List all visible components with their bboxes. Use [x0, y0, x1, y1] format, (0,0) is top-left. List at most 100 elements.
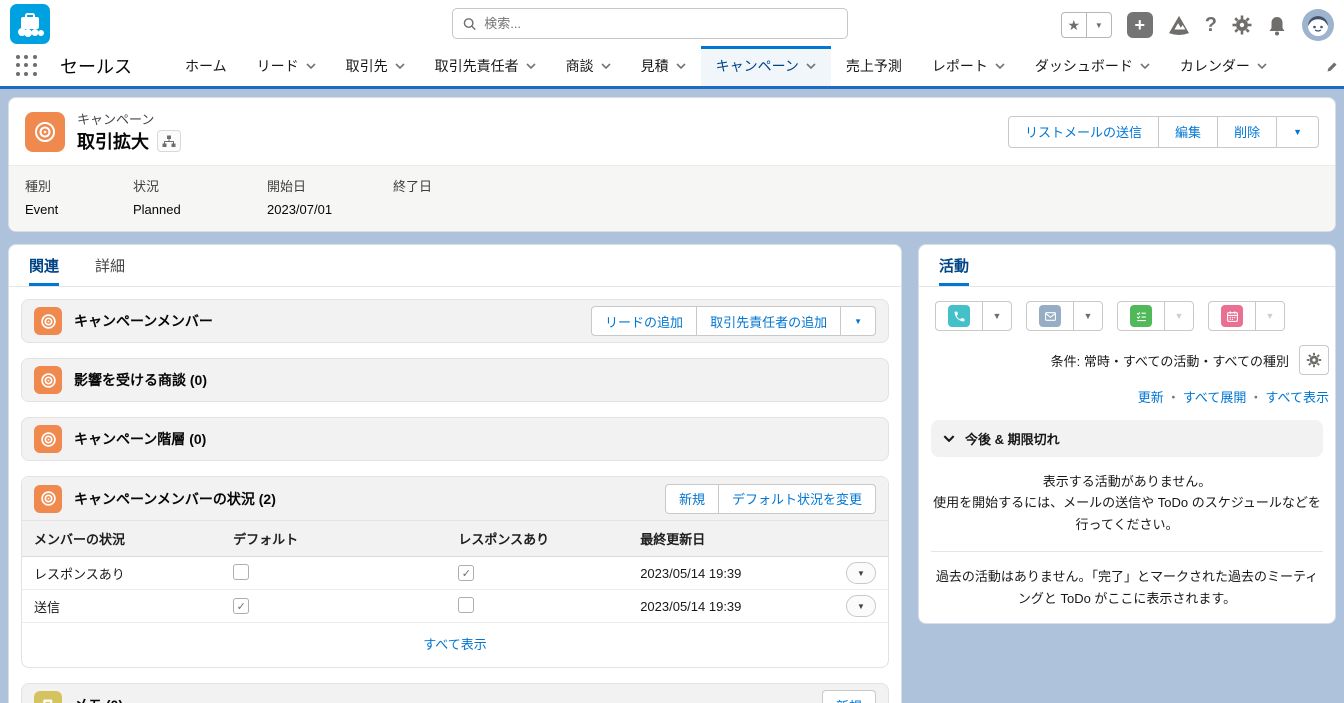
add-leads-button[interactable]: リードの追加	[591, 306, 697, 336]
field-start-date: 開始日2023/07/01	[267, 176, 393, 217]
related-list-influenced-opportunities[interactable]: 影響を受ける商談 (0)	[21, 358, 889, 402]
favorites-star-button[interactable]: ★	[1061, 12, 1087, 38]
related-list-title: キャンペーンメンバー	[74, 311, 213, 331]
activity-panel: 活動 ▼	[918, 244, 1336, 624]
col-actions	[834, 521, 888, 557]
member-statuses-table: メンバーの状況 デフォルト レスポンスあり 最終更新日 レスポンスあり	[22, 521, 888, 623]
campaign-object-icon	[25, 112, 65, 152]
guidance-center-button[interactable]	[1168, 15, 1190, 35]
cell-last-modified: 2023/05/14 19:39	[628, 557, 834, 590]
bell-icon	[1267, 15, 1287, 36]
campaign-members-icon	[34, 307, 62, 335]
new-event-button[interactable]	[1208, 301, 1256, 331]
default-checkbox[interactable]	[233, 564, 249, 580]
log-a-call-dropdown-button[interactable]: ▼	[982, 301, 1012, 331]
edit-button[interactable]: 編集	[1158, 116, 1218, 148]
help-button[interactable]: ?	[1205, 14, 1217, 37]
member-statuses-header[interactable]: キャンペーンメンバーの状況 (2) 新規 デフォルト状況を変更	[22, 477, 888, 521]
app-launcher-button[interactable]	[16, 55, 38, 77]
field-type: 種別Event	[25, 176, 133, 217]
activity-tabs: 活動	[919, 245, 1335, 287]
page-content: キャンペーン 取引拡大 リストメールの送信 編集 削	[0, 89, 1344, 703]
record-header-card: キャンペーン 取引拡大 リストメールの送信 編集 削	[8, 97, 1336, 232]
favorites-group: ★ ▼	[1061, 12, 1112, 38]
astro-avatar-icon	[1302, 9, 1334, 41]
global-actions-button[interactable]: +	[1127, 12, 1153, 38]
global-search[interactable]	[452, 8, 848, 39]
campaign-members-dropdown-button[interactable]: ▼	[840, 306, 876, 336]
tab-details[interactable]: 詳細	[95, 245, 125, 286]
favorites-dropdown-button[interactable]: ▼	[1086, 12, 1112, 38]
tab-forecasts[interactable]: 売上予測	[831, 46, 917, 86]
new-note-button[interactable]: 新規	[822, 690, 876, 703]
send-list-email-button[interactable]: リストメールの送信	[1008, 116, 1159, 148]
chevron-down-icon	[676, 63, 686, 69]
chevron-down-icon	[1257, 63, 1267, 69]
col-member-status: メンバーの状況	[22, 521, 221, 557]
delete-button[interactable]: 削除	[1217, 116, 1277, 148]
new-status-button[interactable]: 新規	[665, 484, 719, 514]
new-event-group: ▼	[1208, 301, 1285, 331]
record-actions: リストメールの送信 編集 削除 ▼	[1008, 116, 1319, 148]
related-list-notes[interactable]: メモ (0) 新規	[21, 683, 889, 703]
row-actions-dropdown-button[interactable]: ▼	[846, 595, 876, 617]
tab-related[interactable]: 関連	[29, 245, 59, 286]
view-all-activities-link[interactable]: すべて表示	[1265, 390, 1329, 405]
new-task-dropdown-button[interactable]: ▼	[1164, 301, 1194, 331]
col-responded: レスポンスあり	[446, 521, 628, 557]
dropdown-triangle-icon: ▼	[854, 317, 862, 326]
link-separator: ・	[1167, 390, 1180, 405]
chevron-down-icon	[943, 435, 955, 442]
more-actions-dropdown-button[interactable]: ▼	[1276, 116, 1319, 148]
new-event-dropdown-button[interactable]: ▼	[1255, 301, 1285, 331]
email-dropdown-button[interactable]: ▼	[1073, 301, 1103, 331]
search-icon	[463, 17, 476, 31]
activity-settings-button[interactable]	[1299, 345, 1329, 375]
tab-leads[interactable]: リード	[242, 46, 331, 86]
global-header: ★ ▼ + ?	[0, 0, 1344, 46]
row-actions-dropdown-button[interactable]: ▼	[846, 562, 876, 584]
setup-gear-button[interactable]	[1232, 15, 1252, 35]
user-avatar[interactable]	[1302, 9, 1334, 41]
edit-navigation-pencil-icon[interactable]	[1326, 60, 1338, 78]
email-icon	[1039, 305, 1061, 327]
tab-home[interactable]: ホーム	[170, 46, 242, 86]
tab-campaigns[interactable]: キャンペーン	[701, 46, 831, 86]
campaign-member-status-icon	[34, 485, 62, 513]
view-hierarchy-button[interactable]	[157, 130, 181, 152]
default-checkbox[interactable]	[233, 598, 249, 614]
add-contacts-button[interactable]: 取引先責任者の追加	[696, 306, 841, 336]
phone-icon	[948, 305, 970, 327]
expand-all-link[interactable]: すべて展開	[1183, 390, 1247, 405]
tab-activity[interactable]: 活動	[939, 245, 969, 286]
view-all-link[interactable]: すべて表示	[423, 637, 487, 652]
upcoming-overdue-section-header[interactable]: 今後 & 期限切れ	[931, 420, 1323, 457]
link-separator: ・	[1249, 390, 1262, 405]
new-task-group: ▼	[1117, 301, 1194, 331]
search-input[interactable]	[484, 16, 837, 31]
new-task-button[interactable]	[1117, 301, 1165, 331]
record-tabs: 関連 詳細	[9, 245, 901, 287]
tab-accounts[interactable]: 取引先	[331, 46, 420, 86]
tab-opportunities[interactable]: 商談	[551, 46, 626, 86]
tab-reports[interactable]: レポート	[917, 46, 1020, 86]
log-a-call-button[interactable]	[935, 301, 983, 331]
related-list-campaign-hierarchy[interactable]: キャンペーン階層 (0)	[21, 417, 889, 461]
campaign-members-actions: リードの追加 取引先責任者の追加 ▼	[591, 306, 876, 336]
responded-checkbox[interactable]	[458, 597, 474, 613]
log-a-call-group: ▼	[935, 301, 1012, 331]
change-default-status-button[interactable]: デフォルト状況を変更	[718, 484, 876, 514]
dropdown-triangle-icon: ▼	[1293, 127, 1302, 137]
tab-quotes[interactable]: 見積	[626, 46, 701, 86]
notifications-button[interactable]	[1267, 15, 1287, 36]
tab-contacts[interactable]: 取引先責任者	[420, 46, 551, 86]
cell-status: 送信	[22, 590, 221, 623]
field-status: 状況Planned	[133, 176, 267, 217]
related-list-campaign-members[interactable]: キャンペーンメンバー リードの追加 取引先責任者の追加 ▼	[21, 299, 889, 343]
tab-calendar[interactable]: カレンダー	[1165, 46, 1282, 86]
entity-label: キャンペーン	[77, 109, 181, 128]
email-button[interactable]	[1026, 301, 1074, 331]
responded-checkbox[interactable]	[458, 565, 474, 581]
tab-dashboards[interactable]: ダッシュボード	[1020, 46, 1165, 86]
refresh-link[interactable]: 更新	[1138, 390, 1164, 405]
